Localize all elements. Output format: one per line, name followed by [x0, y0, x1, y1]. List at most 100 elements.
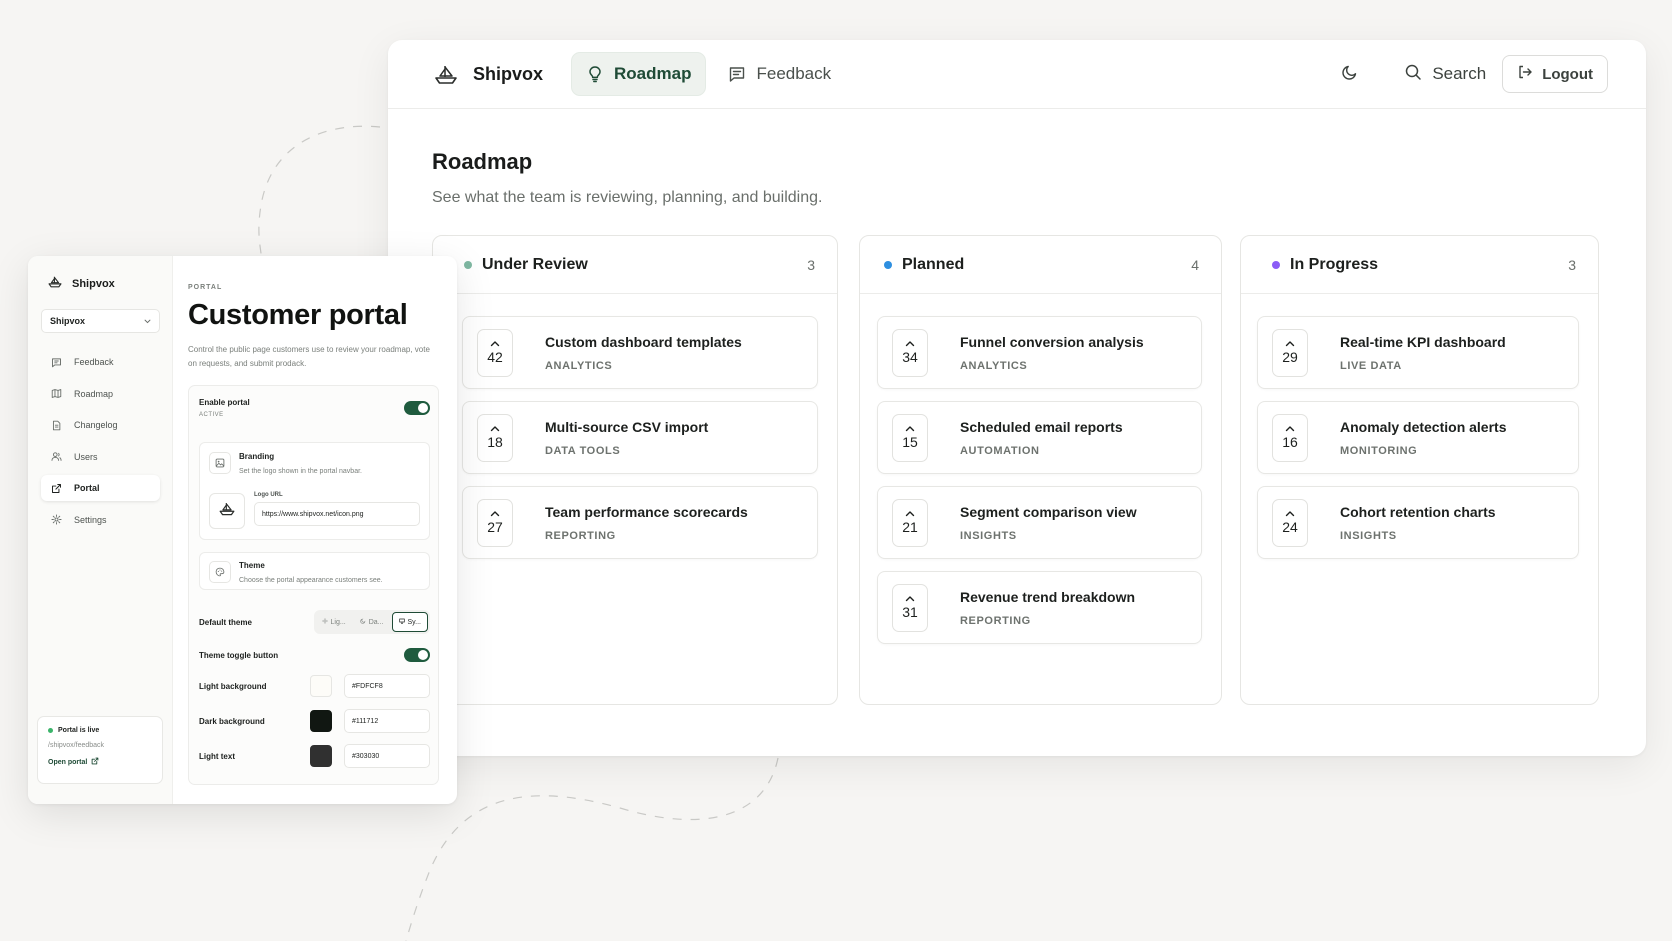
vote-count: 15 — [902, 434, 918, 450]
chevron-up-icon — [905, 510, 915, 517]
column-count: 3 — [807, 256, 815, 273]
vote-count: 42 — [487, 349, 503, 365]
message-square-icon — [51, 357, 62, 368]
theme-title: Theme — [239, 561, 265, 570]
search-icon — [1404, 63, 1422, 86]
portal-live-status: Portal is live — [48, 727, 152, 734]
card-tag: ANALYTICS — [545, 359, 613, 372]
enable-portal-toggle[interactable] — [404, 401, 430, 415]
theme-description: Choose the portal appearance customers s… — [239, 577, 383, 584]
card-list: 34 Funnel conversion analysis ANALYTICS … — [860, 294, 1221, 644]
brand[interactable]: Shipvox — [433, 63, 543, 85]
upvote-button[interactable]: 42 — [477, 328, 513, 377]
vote-count: 27 — [487, 519, 503, 535]
moon-icon — [360, 618, 366, 626]
roadmap-board: Under Review 3 42 Custom dashboard templ… — [432, 235, 1602, 705]
upvote-button[interactable]: 15 — [892, 413, 928, 462]
upvote-button[interactable]: 31 — [892, 583, 928, 632]
vote-count: 34 — [902, 349, 918, 365]
settings-panel: Enable portal ACTIVE Branding Set the lo… — [188, 385, 439, 785]
theme-toggle-switch[interactable] — [404, 648, 430, 662]
roadmap-card[interactable]: 16 Anomaly detection alerts MONITORING — [1257, 401, 1579, 474]
chevron-up-icon — [905, 595, 915, 602]
upvote-button[interactable]: 27 — [477, 498, 513, 547]
theme-section: Theme Choose the portal appearance custo… — [199, 552, 430, 590]
upvote-button[interactable]: 29 — [1272, 328, 1308, 377]
light-background-row: Light background #FDFCF8 — [199, 674, 430, 698]
roadmap-card[interactable]: 42 Custom dashboard templates ANALYTICS — [462, 316, 818, 389]
map-icon — [51, 388, 62, 399]
vote-count: 21 — [902, 519, 918, 535]
roadmap-card[interactable]: 18 Multi-source CSV import DATA TOOLS — [462, 401, 818, 474]
portal-title: Customer portal — [188, 299, 408, 331]
theme-option-label: Lig... — [330, 618, 346, 626]
theme-option-dark[interactable]: Da... — [354, 612, 390, 632]
sidebar-item-settings[interactable]: Settings — [41, 507, 160, 533]
sidebar-brand[interactable]: Shipvox — [41, 275, 160, 293]
theme-toggle-label: Theme toggle button — [199, 650, 279, 660]
default-theme-label: Default theme — [199, 617, 252, 627]
status-dot — [464, 260, 472, 269]
chevron-up-icon — [490, 510, 500, 517]
tab-roadmap[interactable]: Roadmap — [571, 52, 707, 96]
roadmap-card[interactable]: 29 Real-time KPI dashboard LIVE DATA — [1257, 316, 1579, 389]
roadmap-card[interactable]: 24 Cohort retention charts INSIGHTS — [1257, 486, 1579, 559]
portal-description: Control the public page customers use to… — [188, 345, 430, 368]
upvote-button[interactable]: 24 — [1272, 498, 1308, 547]
light-background-swatch[interactable] — [310, 675, 332, 697]
card-title: Real-time KPI dashboard — [1340, 333, 1506, 350]
upvote-button[interactable]: 34 — [892, 328, 928, 377]
card-title: Anomaly detection alerts — [1340, 418, 1507, 435]
open-portal-link[interactable]: Open portal — [48, 757, 152, 767]
column-header: Planned 4 — [860, 236, 1221, 294]
roadmap-card[interactable]: 31 Revenue trend breakdown REPORTING — [877, 571, 1202, 644]
upvote-button[interactable]: 16 — [1272, 413, 1308, 462]
card-title: Custom dashboard templates — [545, 333, 742, 350]
dark-background-input[interactable]: #111712 — [344, 709, 430, 733]
file-text-icon — [51, 420, 62, 431]
status-dot — [884, 260, 892, 269]
card-title: Revenue trend breakdown — [960, 588, 1136, 605]
search-button[interactable]: Search — [1404, 63, 1486, 86]
light-text-input[interactable]: #303030 — [344, 744, 430, 768]
users-icon — [51, 451, 62, 462]
workspace-select[interactable]: Shipvox — [41, 309, 160, 333]
roadmap-card[interactable]: 21 Segment comparison view INSIGHTS — [877, 486, 1202, 559]
palette-icon — [209, 561, 231, 583]
logout-button[interactable]: Logout — [1502, 55, 1608, 93]
sidebar-item-roadmap[interactable]: Roadmap — [41, 381, 160, 407]
logo-url-input[interactable]: https://www.shipvox.net/icon.png — [254, 502, 420, 526]
upvote-button[interactable]: 18 — [477, 413, 513, 462]
ship-logo-icon — [218, 501, 236, 521]
dark-background-swatch[interactable] — [310, 710, 332, 732]
roadmap-card[interactable]: 15 Scheduled email reports AUTOMATION — [877, 401, 1202, 474]
light-text-swatch[interactable] — [310, 745, 332, 767]
sidebar-item-label: Changelog — [74, 420, 118, 430]
upvote-button[interactable]: 21 — [892, 498, 928, 547]
theme-option-system[interactable]: Sy... — [391, 612, 428, 632]
theme-toggle-button[interactable] — [1332, 56, 1368, 92]
roadmap-card[interactable]: 27 Team performance scorecards REPORTING — [462, 486, 818, 559]
light-background-input[interactable]: #FDFCF8 — [344, 674, 430, 698]
ship-logo-icon — [47, 275, 63, 293]
sidebar-item-label: Feedback — [74, 357, 114, 367]
sidebar-item-feedback[interactable]: Feedback — [41, 349, 160, 375]
theme-option-light[interactable]: Lig... — [316, 612, 352, 632]
card-tag: MONITORING — [1340, 444, 1418, 457]
vote-count: 18 — [487, 434, 503, 450]
column-title: Under Review — [482, 255, 588, 273]
card-tag: REPORTING — [545, 529, 616, 542]
sidebar-item-label: Users — [74, 451, 98, 462]
tab-feedback[interactable]: Feedback — [714, 52, 845, 96]
sidebar-item-users[interactable]: Users — [41, 444, 160, 470]
default-theme-row: Default theme Lig... Da... Sy... — [199, 610, 430, 634]
vote-count: 29 — [1282, 349, 1298, 365]
message-square-icon — [728, 65, 746, 83]
card-title: Scheduled email reports — [960, 418, 1123, 435]
image-icon — [209, 452, 231, 474]
sidebar-item-portal[interactable]: Portal — [41, 475, 160, 501]
roadmap-card[interactable]: 34 Funnel conversion analysis ANALYTICS — [877, 316, 1202, 389]
column-under-review: Under Review 3 42 Custom dashboard templ… — [432, 235, 838, 705]
sidebar-item-changelog[interactable]: Changelog — [41, 412, 160, 438]
portal-status-text: Portal is live — [58, 727, 100, 734]
